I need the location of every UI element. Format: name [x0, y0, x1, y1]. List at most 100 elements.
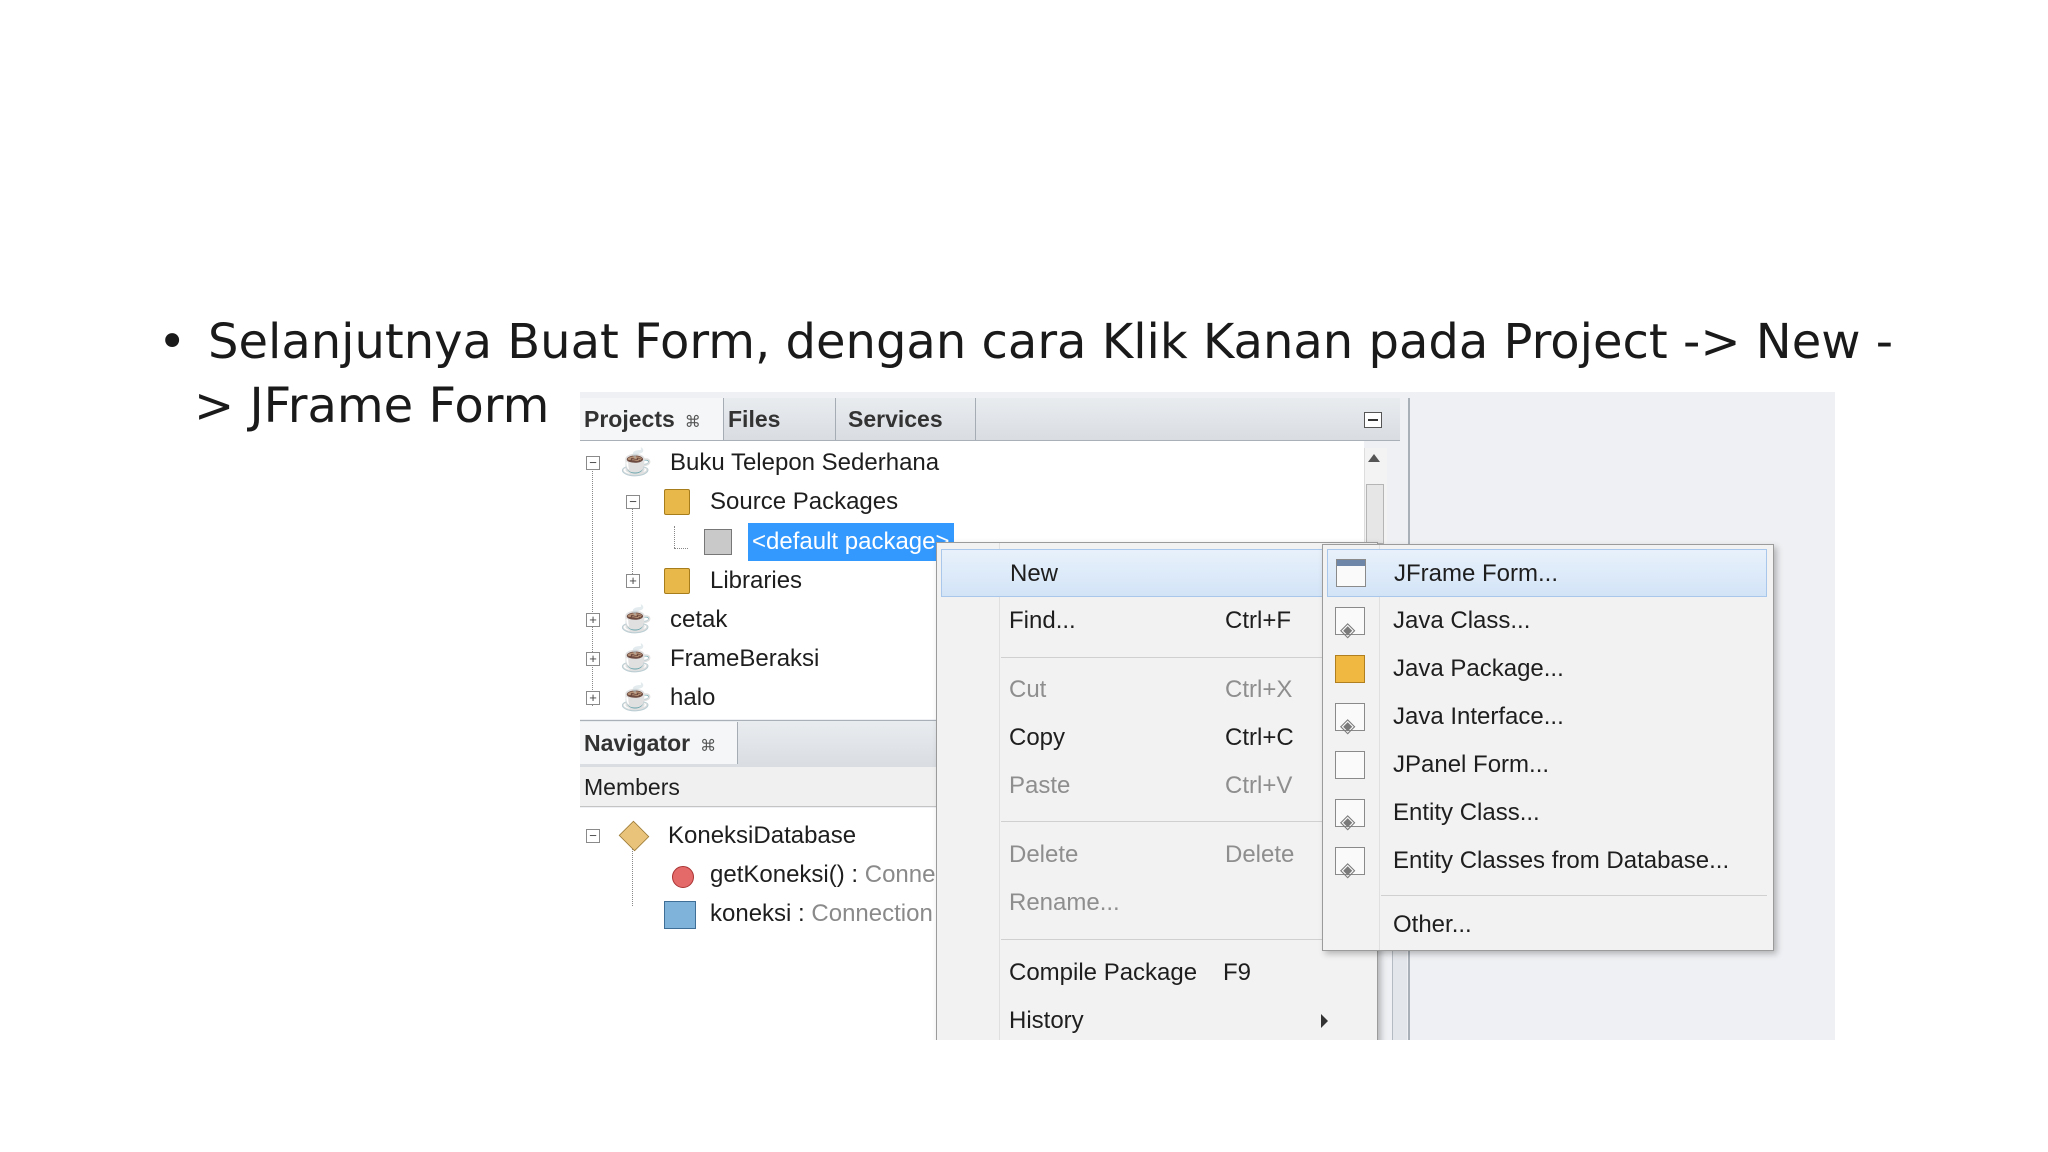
submenu-item-jpanel-form[interactable]: JPanel Form...	[1323, 741, 1763, 789]
menu-item-shortcut: Ctrl+X	[1225, 676, 1293, 703]
navigator-node-class[interactable]: − KoneksiDatabase	[580, 817, 940, 855]
menu-item-label: Compile Package	[1009, 959, 1198, 986]
tab-files[interactable]: Files	[724, 398, 836, 440]
menu-item-cut[interactable]: Cut Ctrl+X	[937, 666, 1367, 714]
project-name: Buku Telepon Sederhana	[670, 449, 940, 476]
field-type: Connection	[811, 900, 933, 927]
expand-icon[interactable]: +	[586, 691, 600, 705]
submenu-arrow-icon	[1321, 1014, 1328, 1028]
menu-item-new[interactable]: New	[941, 549, 1371, 597]
close-icon[interactable]: ⌘	[685, 414, 701, 431]
menu-item-history[interactable]: History	[937, 997, 1367, 1040]
navigator-node-field[interactable]: koneksi : Connection	[580, 895, 940, 933]
new-submenu: JFrame Form... Java Class... Java Packag…	[1322, 544, 1774, 951]
caption-line-2: > JFrame Form	[194, 378, 550, 434]
java-project-icon: ☕	[620, 447, 653, 477]
default-package-label: <default package>	[748, 523, 954, 561]
field-name: koneksi :	[710, 900, 812, 927]
java-package-icon	[1335, 655, 1365, 683]
navigator-node-method[interactable]: getKoneksi() : Connec	[580, 856, 940, 894]
netbeans-screenshot: Projects ⌘ Files Services − ☕ Buku Telepo…	[580, 392, 1835, 1040]
expand-icon[interactable]: +	[626, 574, 640, 588]
tab-projects-label: Projects	[584, 406, 675, 432]
project-label: FrameBeraksi	[670, 645, 820, 672]
members-label: Members	[584, 774, 680, 800]
bullet-marker: •	[158, 314, 187, 370]
submenu-item-other[interactable]: Other...	[1323, 901, 1763, 949]
tab-navigator[interactable]: Navigator ⌘	[580, 722, 738, 764]
java-class-icon	[1335, 606, 1365, 654]
java-project-icon: ☕	[620, 604, 653, 634]
submenu-item-label: Entity Class...	[1393, 799, 1540, 826]
menu-item-shortcut: Ctrl+F	[1225, 607, 1291, 634]
submenu-item-label: Java Interface...	[1393, 703, 1564, 730]
source-folder-icon	[664, 489, 690, 515]
method-label: getKoneksi() : Connec	[710, 856, 940, 894]
submenu-item-label: JFrame Form...	[1394, 560, 1559, 587]
submenu-item-entity-classes-db[interactable]: Entity Classes from Database...	[1323, 837, 1763, 894]
caption-line-1: Selanjutnya Buat Form, dengan cara Klik …	[208, 314, 1894, 370]
class-name: KoneksiDatabase	[668, 822, 857, 849]
submenu-item-java-class[interactable]: Java Class...	[1323, 597, 1763, 654]
java-interface-icon	[1335, 702, 1365, 750]
collapse-icon[interactable]: −	[586, 829, 600, 843]
menu-item-shortcut: Ctrl+C	[1225, 724, 1294, 751]
submenu-item-jframe-form[interactable]: JFrame Form...	[1327, 549, 1767, 597]
context-menu: New Find... Ctrl+F Cut Ctrl+X Copy Ctrl+…	[936, 542, 1378, 1040]
menu-item-compile-package[interactable]: Compile Package F9	[937, 949, 1367, 997]
entity-class-icon	[1335, 798, 1365, 846]
menu-item-find[interactable]: Find... Ctrl+F	[937, 597, 1367, 645]
menu-item-new-label: New	[1010, 560, 1059, 587]
menu-item-label: Paste	[1009, 772, 1071, 799]
tab-services[interactable]: Services	[836, 398, 976, 440]
submenu-item-label: JPanel Form...	[1393, 751, 1550, 778]
class-icon	[618, 820, 650, 852]
menu-item-shortcut: Delete	[1225, 841, 1295, 868]
submenu-item-label: Entity Classes from Database...	[1393, 847, 1730, 874]
package-icon	[704, 529, 732, 555]
field-label: koneksi : Connection	[710, 895, 933, 933]
project-label: cetak	[670, 606, 728, 633]
jframe-icon	[1336, 559, 1366, 587]
expand-icon[interactable]: +	[586, 652, 600, 666]
menu-item-shortcut: F9	[1223, 959, 1252, 986]
jpanel-icon	[1335, 751, 1365, 779]
menu-item-delete[interactable]: Delete Delete	[937, 831, 1367, 879]
source-packages-label: Source Packages	[710, 488, 899, 515]
menu-item-shortcut: Ctrl+V	[1225, 772, 1293, 799]
submenu-item-java-package[interactable]: Java Package...	[1323, 645, 1763, 693]
menu-item-label: Cut	[1009, 676, 1047, 703]
menu-item-paste[interactable]: Paste Ctrl+V	[937, 762, 1367, 810]
tree-node-source-packages[interactable]: − Source Packages	[580, 483, 1360, 521]
submenu-item-label: Java Package...	[1393, 655, 1564, 682]
collapse-icon[interactable]: −	[626, 495, 640, 509]
submenu-item-label: Java Class...	[1393, 607, 1531, 634]
tab-projects[interactable]: Projects ⌘	[580, 398, 724, 440]
entity-db-icon	[1335, 846, 1365, 894]
menu-item-label: Delete	[1009, 841, 1079, 868]
tab-files-label: Files	[728, 406, 781, 432]
menu-item-label: Rename...	[1009, 889, 1120, 916]
submenu-item-java-interface[interactable]: Java Interface...	[1323, 693, 1763, 750]
method-icon	[672, 866, 694, 888]
expand-icon[interactable]: +	[586, 613, 600, 627]
libraries-folder-icon	[664, 568, 690, 594]
libraries-label: Libraries	[710, 567, 803, 594]
menu-item-copy[interactable]: Copy Ctrl+C	[937, 714, 1367, 762]
members-filter[interactable]: Members	[580, 767, 940, 807]
scroll-up-icon[interactable]	[1368, 454, 1380, 462]
submenu-item-label: Other...	[1393, 911, 1472, 938]
tree-node-project[interactable]: − ☕ Buku Telepon Sederhana	[580, 444, 1360, 482]
close-icon[interactable]: ⌘	[700, 738, 716, 755]
menu-item-label: Find...	[1009, 607, 1076, 634]
method-type: Connec	[864, 861, 940, 888]
menu-item-label: Copy	[1009, 724, 1066, 751]
navigator-label: Navigator	[584, 730, 691, 756]
collapse-icon[interactable]: −	[586, 456, 600, 470]
scroll-thumb[interactable]	[1366, 484, 1384, 544]
menu-item-rename[interactable]: Rename...	[937, 879, 1367, 927]
submenu-item-entity-class[interactable]: Entity Class...	[1323, 789, 1763, 846]
minimize-icon[interactable]	[1364, 412, 1382, 428]
java-project-icon: ☕	[620, 643, 653, 673]
java-project-icon: ☕	[620, 682, 653, 712]
